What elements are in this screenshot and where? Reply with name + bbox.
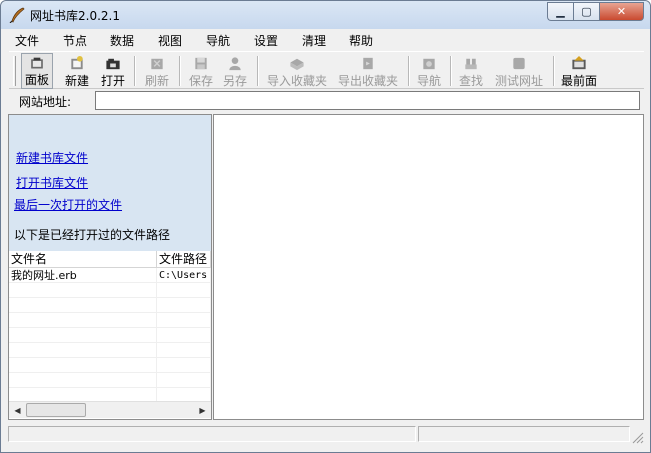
status-panel-main (8, 426, 416, 442)
recent-files-hint: 以下是已经打开过的文件路径 (14, 228, 171, 242)
list-item-empty (9, 343, 211, 358)
column-filepath[interactable]: 文件路径 (157, 251, 211, 268)
refresh-label: 刷新 (144, 74, 169, 88)
new-icon (71, 55, 83, 70)
save-as-label: 另存 (222, 74, 247, 88)
list-item-empty (9, 328, 211, 343)
import-favorites-button[interactable]: 导入收藏夹 (264, 53, 330, 89)
close-button[interactable]: ✕ (599, 2, 644, 21)
minimize-button[interactable]: ▁ (547, 2, 573, 21)
list-item-empty (9, 298, 211, 313)
horizontal-scrollbar[interactable]: ◀ ▶ (9, 401, 211, 418)
find-icon (465, 58, 477, 70)
test-url-button[interactable]: 测试网址 (491, 53, 547, 89)
list-item-empty (9, 373, 211, 388)
save-as-icon (229, 57, 241, 71)
scroll-right-icon[interactable]: ▶ (194, 402, 211, 419)
file-name-cell: 我的网址.erb (9, 268, 157, 282)
maximize-button[interactable]: ▢ (573, 2, 599, 21)
scroll-thumb[interactable] (26, 403, 86, 417)
topmost-icon (572, 55, 586, 70)
list-item-empty (9, 313, 211, 328)
menu-view[interactable]: 视图 (146, 30, 194, 50)
import-favorites-label: 导入收藏夹 (266, 74, 327, 88)
menu-file[interactable]: 文件 (2, 30, 52, 50)
find-label: 查找 (458, 74, 483, 88)
new-button[interactable]: 新建 (61, 53, 93, 89)
open-icon (106, 58, 120, 70)
window-title: 网址书库2.0.2.1 (30, 9, 120, 23)
panel-icon (31, 57, 43, 69)
test-url-icon (513, 57, 525, 70)
address-bar: 网站地址: (9, 90, 644, 111)
address-input[interactable] (95, 91, 640, 110)
refresh-button[interactable]: 刷新 (141, 53, 173, 89)
scroll-left-icon[interactable]: ◀ (9, 402, 26, 419)
export-favorites-label: 导出收藏夹 (337, 74, 398, 88)
test-url-label: 测试网址 (494, 74, 543, 88)
list-item-empty (9, 283, 211, 298)
open-button[interactable]: 打开 (97, 53, 129, 89)
menu-data[interactable]: 数据 (98, 30, 146, 50)
save-label: 保存 (188, 74, 213, 88)
navigate-icon (423, 58, 435, 70)
export-favorites-button[interactable]: 导出收藏夹 (335, 53, 401, 89)
refresh-icon (151, 58, 163, 70)
topmost-button[interactable]: 最前面 (559, 53, 599, 89)
panel-button[interactable]: 面板 (21, 53, 53, 89)
toolbar: 面板 新建 打开 刷新 保存 另存 导入收藏夹 导出收藏夹 导航 查找 测试网址… (9, 51, 644, 89)
resize-grip-icon[interactable] (630, 430, 644, 444)
open-library-link[interactable]: 打开书库文件 (16, 174, 88, 191)
recent-files-list: 文件名 文件路径 我的网址.erb C:\Users (9, 251, 211, 419)
status-panel-secondary (418, 426, 630, 442)
app-window: 网址书库2.0.2.1 ▁ ▢ ✕ 文件 节点 数据 视图 导航 设置 清理 帮… (0, 0, 651, 453)
address-label: 网站地址: (19, 95, 72, 109)
title-bar[interactable]: 网址书库2.0.2.1 ▁ ▢ ✕ (1, 1, 650, 29)
list-item[interactable]: 我的网址.erb C:\Users (9, 268, 211, 283)
new-label: 新建 (64, 74, 89, 88)
left-panel: 新建书库文件 打开书库文件 最后一次打开的文件 以下是已经打开过的文件路径 文件… (8, 114, 212, 420)
find-button[interactable]: 查找 (455, 53, 487, 89)
topmost-label: 最前面 (560, 74, 597, 88)
navigate-button[interactable]: 导航 (413, 53, 445, 89)
menu-bar: 文件 节点 数据 视图 导航 设置 清理 帮助 (2, 30, 649, 50)
last-opened-link[interactable]: 最后一次打开的文件 (14, 196, 122, 213)
list-item-empty (9, 358, 211, 373)
quill-pen-icon (9, 7, 25, 23)
import-favorites-icon (290, 58, 304, 71)
save-as-button[interactable]: 另存 (219, 53, 251, 89)
content-area[interactable] (213, 114, 644, 420)
menu-help[interactable]: 帮助 (338, 30, 384, 50)
status-bar (8, 424, 644, 444)
open-label: 打开 (100, 74, 125, 88)
panel-label: 面板 (24, 73, 49, 87)
menu-navigate[interactable]: 导航 (194, 30, 242, 50)
list-header: 文件名 文件路径 (9, 251, 211, 268)
navigate-label: 导航 (416, 74, 441, 88)
file-path-cell: C:\Users (157, 268, 211, 282)
export-favorites-icon (363, 57, 373, 70)
menu-clean[interactable]: 清理 (290, 30, 338, 50)
toolbar-grip[interactable] (13, 56, 16, 86)
save-icon (195, 57, 207, 70)
menu-node[interactable]: 节点 (52, 30, 98, 50)
save-button[interactable]: 保存 (185, 53, 217, 89)
new-library-link[interactable]: 新建书库文件 (16, 149, 88, 166)
column-filename[interactable]: 文件名 (9, 251, 157, 268)
menu-settings[interactable]: 设置 (242, 30, 290, 50)
quick-links-panel: 新建书库文件 打开书库文件 最后一次打开的文件 以下是已经打开过的文件路径 (9, 115, 211, 251)
